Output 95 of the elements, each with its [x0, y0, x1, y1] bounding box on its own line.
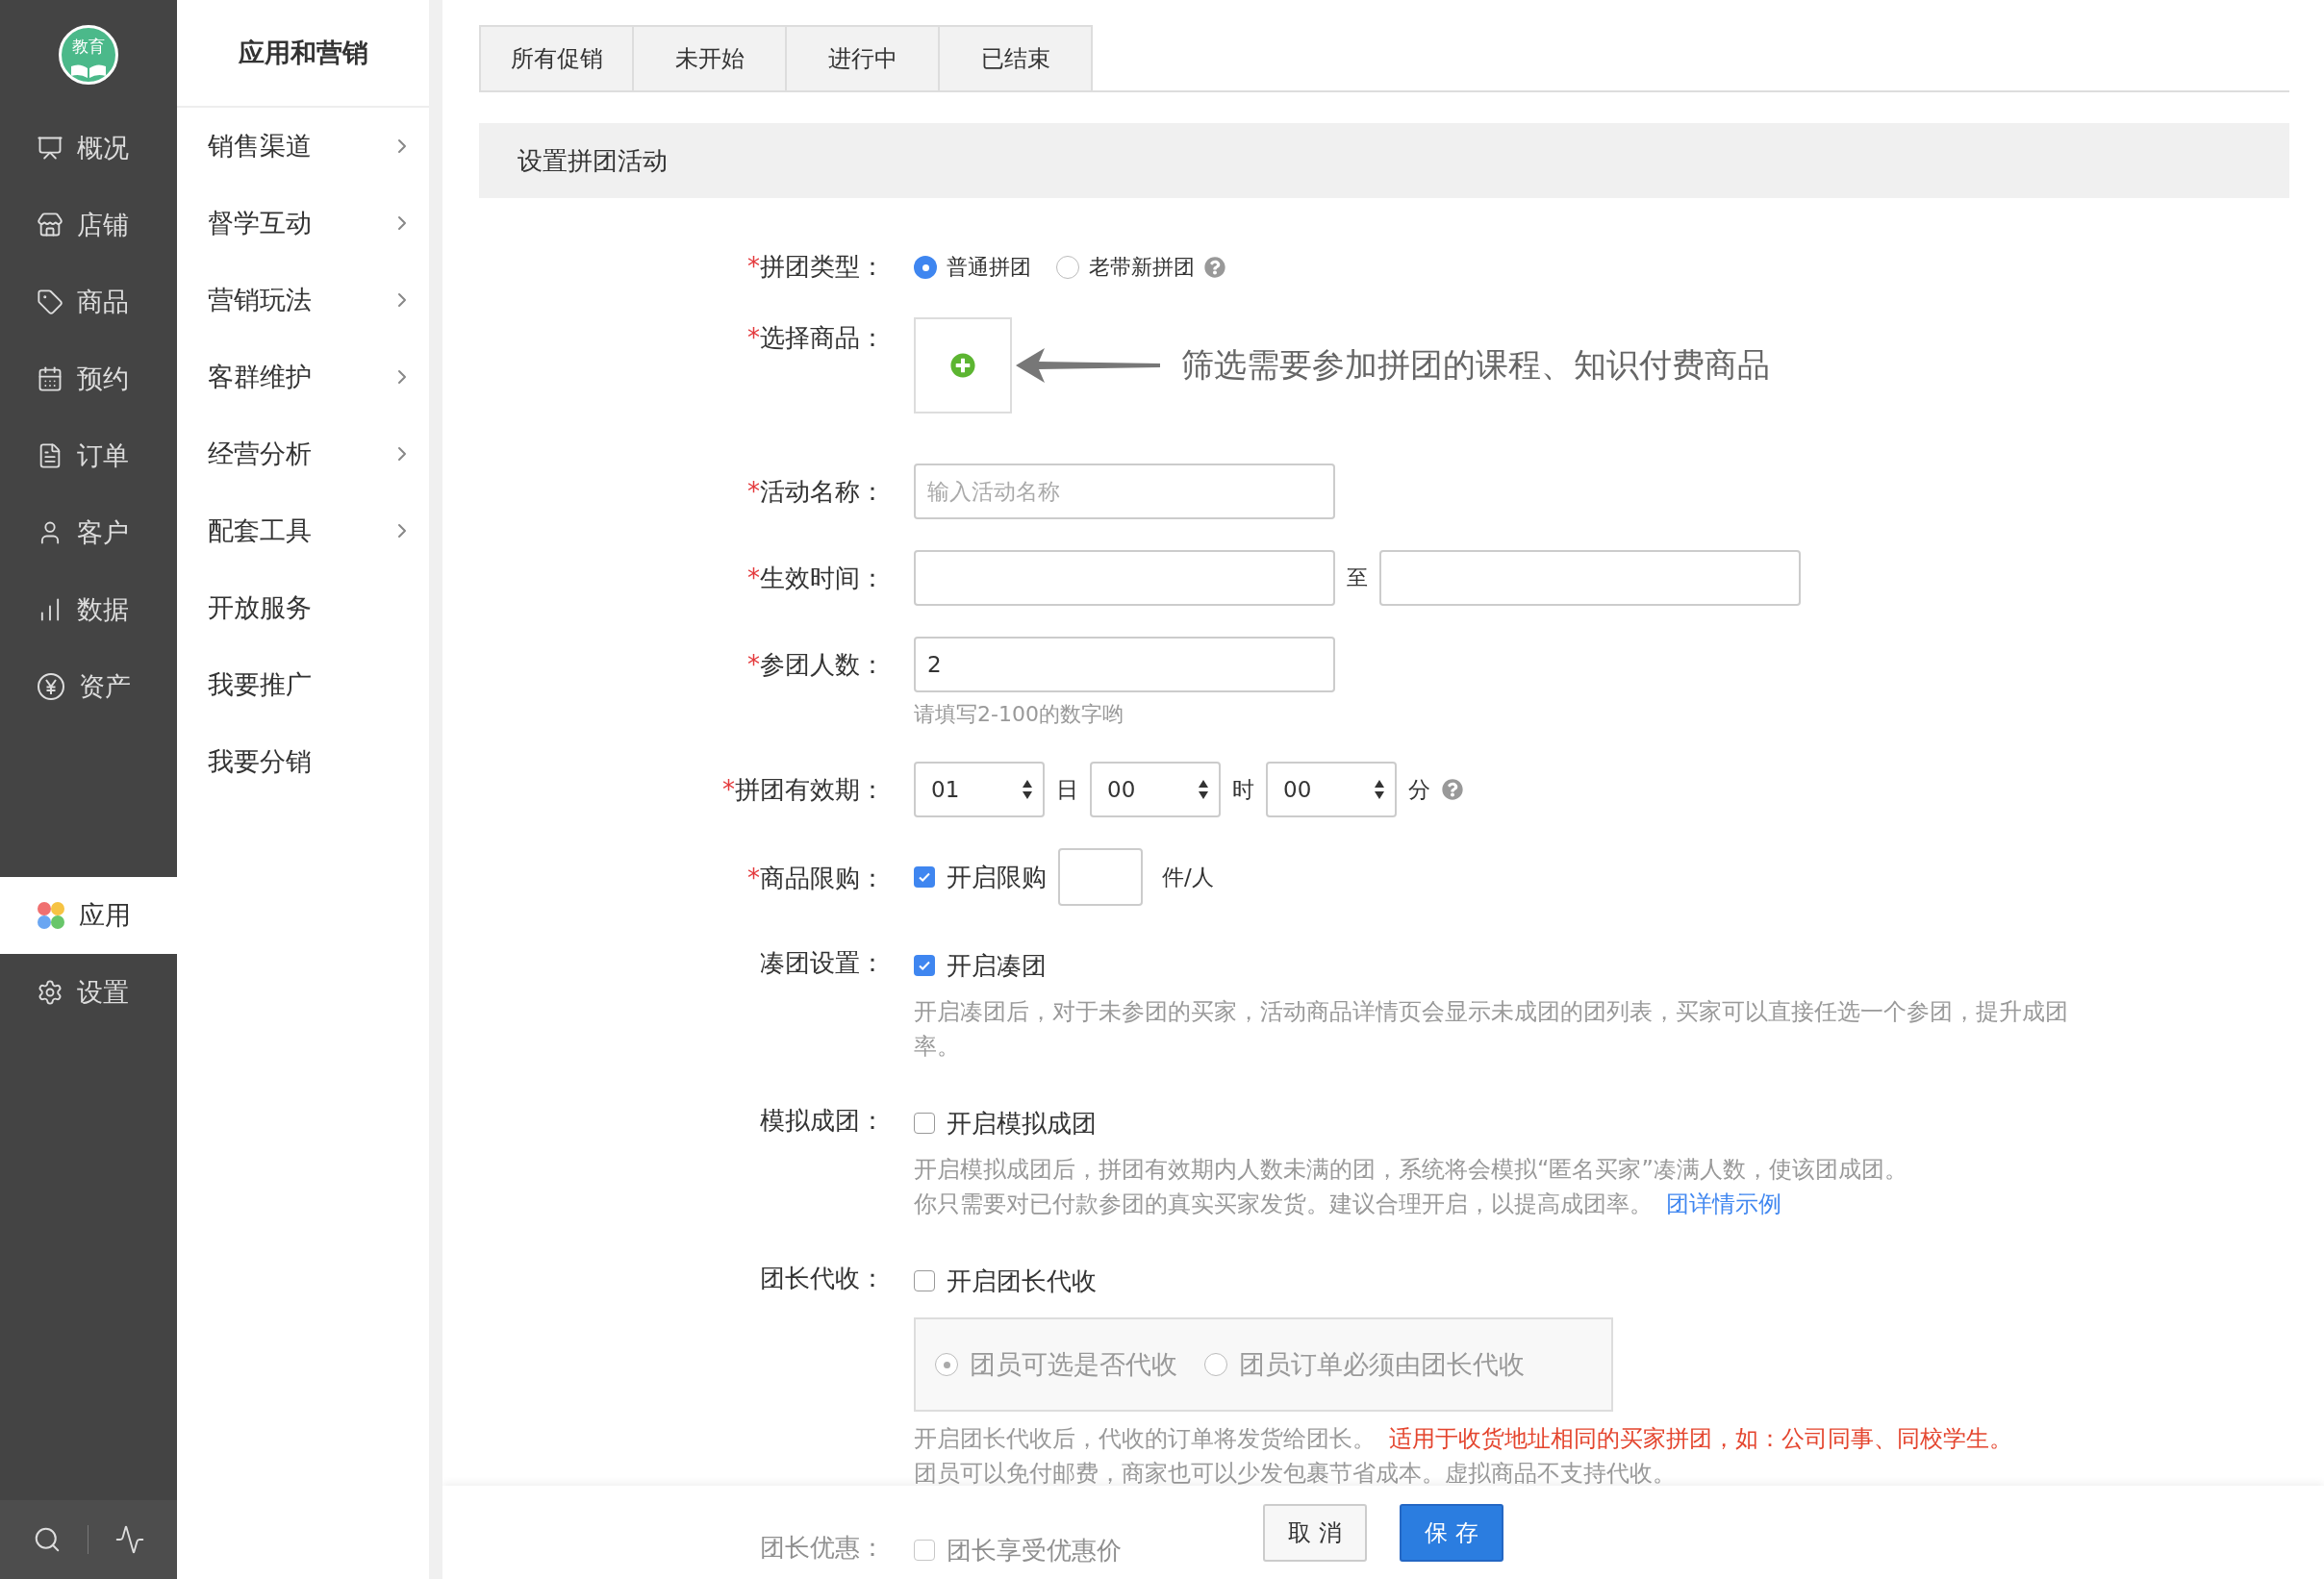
- submenu-item[interactable]: 督学互动: [177, 185, 429, 262]
- field-label: *活动名称：: [747, 476, 885, 508]
- nav-item[interactable]: 店铺: [0, 187, 177, 263]
- start-date-field[interactable]: [914, 550, 1335, 606]
- checkbox-label: 团长享受优惠价: [947, 1534, 1122, 1566]
- example-link[interactable]: 团详情示例: [1666, 1191, 1781, 1217]
- select-field[interactable]: 00: [1090, 762, 1221, 817]
- cancel-button[interactable]: 取 消: [1263, 1503, 1367, 1562]
- unit-label: 分: [1408, 775, 1430, 804]
- radio-label: 团员订单必须由团长代收: [1239, 1348, 1525, 1381]
- checkbox-label: 开启团长代收: [947, 1265, 1097, 1297]
- checkbox[interactable]: [914, 866, 935, 888]
- sort-arrows-icon: [1374, 779, 1385, 800]
- checkbox-label: 开启限购: [947, 861, 1047, 893]
- field-label: 团长代收：: [760, 1263, 885, 1294]
- radio-button[interactable]: [935, 1353, 958, 1376]
- settings-icon: [37, 979, 63, 1006]
- radio-button[interactable]: [1204, 1353, 1227, 1376]
- field-label: *拼团类型：: [747, 251, 885, 283]
- activity-icon[interactable]: [114, 1524, 145, 1555]
- radio-label: 普通拼团: [947, 254, 1031, 281]
- limit-field[interactable]: [1058, 848, 1143, 906]
- plus-icon: [950, 353, 975, 378]
- field-label: *选择商品：: [747, 322, 885, 354]
- end-date-field[interactable]: [1379, 550, 1801, 606]
- presentation-icon: [37, 135, 63, 162]
- annotation-text: 筛选需要参加拼团的课程、知识付费商品: [1181, 344, 1770, 386]
- nav-item[interactable]: 资产: [0, 648, 177, 725]
- section-title: 设置拼团活动: [479, 123, 2289, 198]
- checkbox-label: 开启模拟成团: [947, 1107, 1097, 1140]
- description-text: 你只需要对已付款参团的真实买家发货。建议合理开启，以提高成团率。 团详情示例: [914, 1190, 1782, 1219]
- range-separator: 至: [1347, 564, 1368, 591]
- nav-item[interactable]: 客户: [0, 494, 177, 571]
- save-button[interactable]: 保 存: [1400, 1503, 1503, 1562]
- nav-item[interactable]: 设置: [0, 954, 177, 1031]
- checkbox-label: 开启凑团: [947, 949, 1047, 982]
- field-label: *拼团有效期：: [722, 774, 885, 806]
- radio-label: 团员可选是否代收: [970, 1348, 1177, 1381]
- nav-item[interactable]: 商品: [0, 263, 177, 340]
- logo: 教育: [59, 25, 118, 85]
- submenu-item[interactable]: 经营分析: [177, 415, 429, 492]
- checkbox[interactable]: [914, 1540, 935, 1561]
- description-text: 开启模拟成团后，拼团有效期内人数未满的团，系统将会模拟“匿名买家”凑满人数，使该团成团。: [914, 1155, 1907, 1185]
- checkbox[interactable]: [914, 955, 935, 976]
- hint-text: 请填写2-100的数字哟: [914, 701, 1124, 728]
- field-label: *参团人数：: [747, 649, 885, 681]
- select-field[interactable]: 01: [914, 762, 1045, 817]
- calendar-icon: [37, 365, 63, 392]
- field-label: *商品限购：: [747, 863, 885, 894]
- tag-icon: [37, 288, 63, 315]
- submenu-item[interactable]: 销售渠道: [177, 108, 429, 185]
- description-text: 开启团长代收后，代收的订单将发货给团长。 适用于收货地址相同的买家拼团，如：公司同事、同校学生。: [914, 1424, 2012, 1454]
- field-label: *生效时间：: [747, 563, 885, 594]
- field-label: 凑团设置：: [760, 947, 885, 979]
- submenu-item[interactable]: 配套工具: [177, 492, 429, 569]
- nav-item[interactable]: 预约: [0, 340, 177, 417]
- check-icon: [918, 870, 931, 884]
- checkbox[interactable]: [914, 1270, 935, 1291]
- submenu-item[interactable]: 营销玩法: [177, 262, 429, 338]
- help-icon[interactable]: [1442, 779, 1463, 800]
- tab[interactable]: 已结束: [938, 25, 1093, 90]
- tab[interactable]: 进行中: [785, 25, 940, 90]
- tab[interactable]: 未开始: [632, 25, 787, 90]
- radio-label: 老带新拼团: [1089, 254, 1195, 281]
- sort-arrows-icon: [1022, 779, 1033, 800]
- add-product-button[interactable]: [914, 317, 1012, 414]
- submenu-item[interactable]: 我要分销: [177, 723, 429, 800]
- checkbox[interactable]: [914, 1113, 935, 1134]
- submenu-item[interactable]: 开放服务: [177, 569, 429, 646]
- nav-item[interactable]: 概况: [0, 110, 177, 187]
- field-label: 模拟成团：: [760, 1105, 885, 1137]
- number-field[interactable]: 2: [914, 637, 1335, 692]
- name-field[interactable]: 输入活动名称: [914, 464, 1335, 519]
- app-grid-icon: [37, 901, 65, 930]
- store-icon: [37, 212, 63, 238]
- submenu-item[interactable]: 我要推广: [177, 646, 429, 723]
- select-field[interactable]: 00: [1266, 762, 1397, 817]
- description-text: 团员可以免付邮费，商家也可以少发包裹节省成本。虚拟商品不支持代收。: [914, 1459, 1677, 1489]
- nav-item[interactable]: 订单: [0, 417, 177, 494]
- unit-label: 日: [1056, 775, 1078, 804]
- unit-label: 件/人: [1162, 863, 1214, 891]
- description-text: 开启凑团后，对于未参团的买家，活动商品详情页会显示未成团的团列表，买家可以直接任选一个参团，提升成团率。: [914, 997, 2069, 1062]
- arrow-icon: [1016, 346, 1160, 385]
- radio-button[interactable]: [1056, 256, 1079, 279]
- tab[interactable]: 所有促销: [479, 25, 634, 90]
- nav-item[interactable]: 应用: [0, 877, 177, 954]
- radio-button[interactable]: [914, 256, 937, 279]
- unit-label: 时: [1232, 775, 1254, 804]
- submenu-item[interactable]: 客群维护: [177, 338, 429, 415]
- check-icon: [918, 959, 931, 972]
- help-icon[interactable]: [1204, 257, 1225, 278]
- nav-item[interactable]: 数据: [0, 571, 177, 648]
- sort-arrows-icon: [1198, 779, 1209, 800]
- field-label: 团长优惠：: [760, 1532, 885, 1564]
- yen-coin-icon: [37, 672, 65, 701]
